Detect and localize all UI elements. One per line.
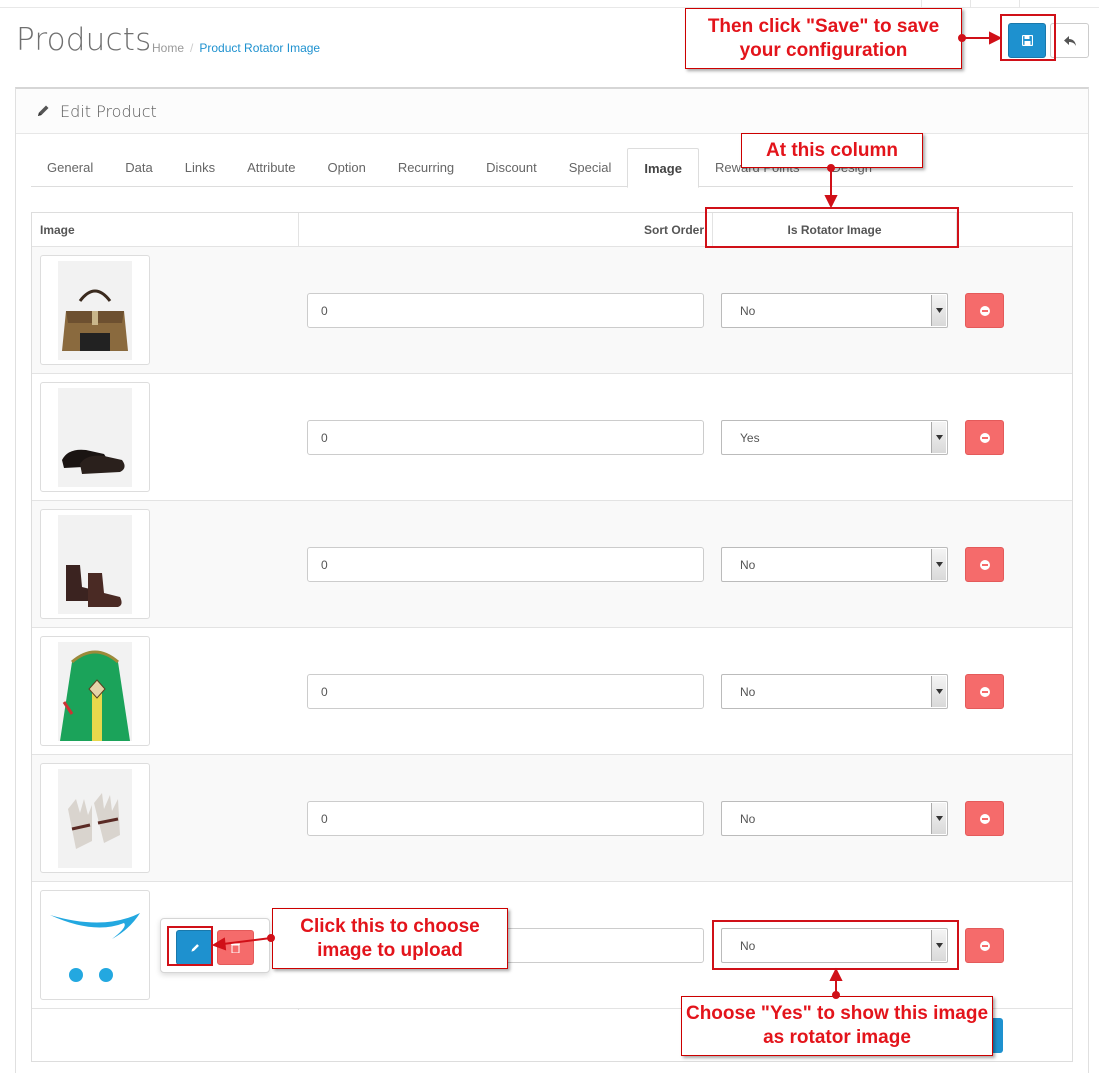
edit-button-highlight (167, 926, 213, 966)
minus-circle-icon (979, 432, 990, 443)
table-row: 0 No (32, 501, 1072, 628)
pencil-icon (38, 105, 49, 116)
breadcrumb-home[interactable]: Home (152, 41, 184, 55)
table-row: 0 No (32, 755, 1072, 882)
minus-circle-icon (979, 686, 990, 697)
chevron-down-icon (931, 676, 946, 707)
product-image (58, 515, 132, 614)
top-divider (921, 0, 922, 8)
minus-circle-icon (979, 813, 990, 824)
remove-image-button[interactable] (965, 801, 1004, 836)
tab-general[interactable]: General (31, 148, 109, 187)
tab-data[interactable]: Data (109, 148, 168, 187)
trash-icon (231, 943, 240, 953)
is-rotator-select[interactable]: No (721, 293, 948, 328)
tab-discount[interactable]: Discount (470, 148, 553, 187)
product-image (58, 642, 132, 741)
minus-circle-icon (979, 940, 990, 951)
page-title: Products (16, 22, 152, 58)
product-image (58, 388, 132, 487)
is-rotator-value: No (740, 557, 756, 572)
table-row: 0 No (32, 247, 1072, 374)
tab-special[interactable]: Special (553, 148, 628, 187)
sort-order-input[interactable]: 0 (307, 674, 704, 709)
breadcrumb-current[interactable]: Product Rotator Image (199, 41, 320, 55)
is-rotator-value: No (740, 811, 756, 826)
remove-image-button[interactable] (965, 674, 1004, 709)
delete-image-button[interactable] (217, 930, 254, 965)
save-highlight (1000, 14, 1056, 61)
top-divider (970, 0, 971, 8)
tab-links[interactable]: Links (169, 148, 231, 187)
table-row: 0 Yes (32, 374, 1072, 501)
breadcrumb: Home / Product Rotator Image (152, 41, 320, 55)
chevron-down-icon (931, 803, 946, 834)
is-rotator-select[interactable]: No (721, 674, 948, 709)
sort-order-input[interactable]: 0 (307, 293, 704, 328)
product-image-thumbnail[interactable] (40, 382, 150, 492)
breadcrumb-separator: / (190, 41, 194, 55)
product-image-thumbnail[interactable] (40, 636, 150, 746)
remove-image-button[interactable] (965, 547, 1004, 582)
is-rotator-select[interactable]: No (721, 801, 948, 836)
tab-recurring[interactable]: Recurring (382, 148, 470, 187)
panel-title: Edit Product (60, 101, 157, 121)
annotation-choose-yes: Choose "Yes" to show this image as rotat… (681, 996, 993, 1056)
product-image (58, 769, 132, 868)
header-sort-order: Sort Order (643, 222, 704, 237)
remove-image-button[interactable] (965, 420, 1004, 455)
product-image-thumbnail[interactable] (40, 509, 150, 619)
placeholder-image (44, 895, 144, 1000)
sort-order-input[interactable]: 0 (307, 420, 704, 455)
is-rotator-value: Yes (740, 430, 760, 445)
is-rotator-value: No (740, 684, 756, 699)
header-image: Image (40, 222, 75, 237)
tab-image[interactable]: Image (627, 148, 699, 188)
annotation-upload: Click this to choose image to upload (272, 908, 508, 969)
select-highlight (712, 920, 959, 970)
tab-option[interactable]: Option (312, 148, 382, 187)
product-image-thumbnail[interactable] (40, 255, 150, 365)
remove-image-button[interactable] (965, 928, 1004, 963)
product-image-thumbnail[interactable] (40, 763, 150, 873)
tab-attribute[interactable]: Attribute (231, 148, 311, 187)
chevron-down-icon (931, 549, 946, 580)
annotation-save: Then click "Save" to save your configura… (685, 8, 962, 69)
chevron-down-icon (931, 295, 946, 326)
chevron-down-icon (931, 422, 946, 453)
is-rotator-select[interactable]: No (721, 547, 948, 582)
column-highlight (705, 207, 959, 248)
minus-circle-icon (979, 305, 990, 316)
is-rotator-value: No (740, 303, 756, 318)
product-image (58, 261, 132, 360)
sort-order-input[interactable]: 0 (307, 547, 704, 582)
panel-heading: Edit Product (16, 89, 1088, 134)
remove-image-button[interactable] (965, 293, 1004, 328)
top-strip (0, 0, 1099, 8)
sort-order-input[interactable]: 0 (307, 801, 704, 836)
product-image-thumbnail[interactable] (40, 890, 150, 1000)
table-row: 0 No (32, 628, 1072, 755)
annotation-column: At this column (741, 133, 923, 168)
reply-arrow-icon (1063, 35, 1076, 46)
minus-circle-icon (979, 559, 990, 570)
is-rotator-select[interactable]: Yes (721, 420, 948, 455)
top-divider (1019, 0, 1020, 8)
